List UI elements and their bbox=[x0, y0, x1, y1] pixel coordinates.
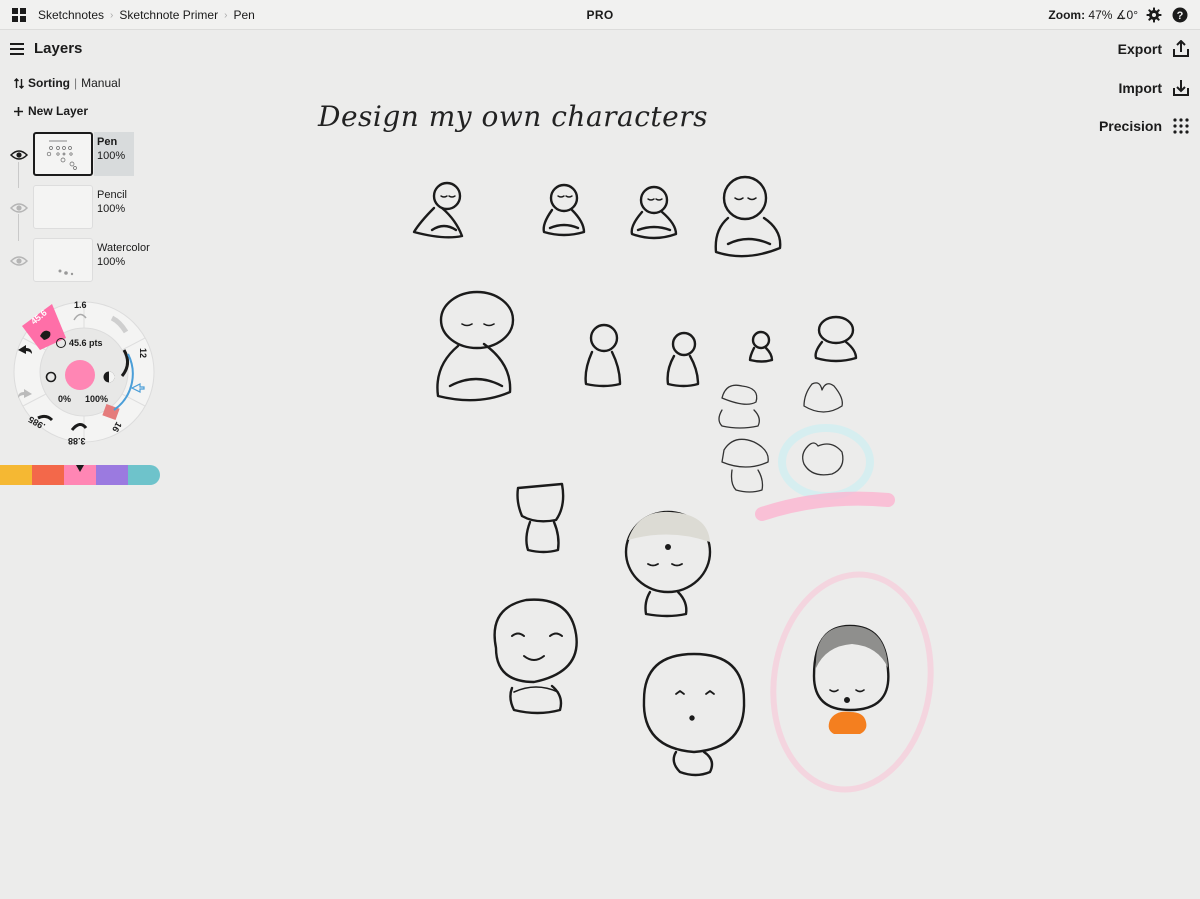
layer-opacity: 100% bbox=[97, 203, 126, 215]
current-color bbox=[65, 360, 95, 390]
character-sketch-2 bbox=[542, 183, 586, 237]
layer-name: Pencil bbox=[97, 189, 127, 201]
import-button[interactable]: Import bbox=[1118, 79, 1190, 97]
sorting-control[interactable]: Sorting | Manual bbox=[14, 76, 120, 90]
sorting-label: Sorting bbox=[28, 76, 70, 90]
drawing-canvas[interactable] bbox=[160, 31, 1090, 899]
preset-size-3[interactable]: 12 bbox=[138, 348, 148, 358]
layer-row-pen[interactable]: Pen 100% bbox=[10, 132, 160, 180]
character-sketch-7 bbox=[666, 331, 700, 388]
character-sketch-5 bbox=[436, 290, 515, 402]
layer-name: Watercolor bbox=[97, 242, 150, 254]
character-sketch-13 bbox=[802, 442, 844, 476]
character-sketch-16 bbox=[493, 598, 578, 715]
breadcrumb-separator-icon: › bbox=[224, 9, 228, 21]
character-sketch-3 bbox=[630, 185, 678, 240]
precision-grid-icon bbox=[1173, 118, 1189, 134]
new-layer-label: New Layer bbox=[28, 104, 89, 118]
palette-swatch-yellow[interactable] bbox=[0, 465, 32, 485]
character-sketch-4 bbox=[714, 175, 782, 258]
layer-info-pen: Pen 100% bbox=[94, 132, 134, 176]
precision-label: Precision bbox=[1098, 118, 1162, 134]
character-sketch-9 bbox=[814, 315, 858, 363]
character-sketch-12 bbox=[721, 438, 769, 493]
zoom-indicator[interactable]: Zoom: 47% ∡0° bbox=[1038, 8, 1138, 22]
pink-circle-highlight bbox=[770, 571, 934, 793]
teal-highlight bbox=[778, 424, 874, 500]
gallery-grid-icon[interactable] bbox=[12, 8, 26, 22]
brush-size-ring-icon bbox=[56, 338, 66, 348]
layers-menu-icon bbox=[10, 42, 24, 55]
hair-shading-grey bbox=[815, 626, 888, 668]
preset-size-1[interactable]: 1.6 bbox=[74, 300, 87, 310]
layer-thumbnail-pencil bbox=[33, 185, 93, 229]
export-label: Export bbox=[1117, 41, 1162, 57]
tool-wheel[interactable]: 45.6 pts 0% 100% 1.6 45.6 12 16 3.88 .98… bbox=[12, 298, 156, 446]
eye-hidden-icon[interactable] bbox=[10, 254, 28, 268]
opacity-min-label: 0% bbox=[58, 394, 72, 404]
breadcrumb-item-pen[interactable]: Pen bbox=[233, 8, 254, 22]
palette-swatch-orange[interactable] bbox=[32, 465, 64, 485]
export-icon bbox=[1173, 40, 1189, 57]
breadcrumb-separator-icon: › bbox=[110, 9, 114, 21]
character-sketch-6 bbox=[584, 323, 622, 388]
palette-swatch-pink[interactable] bbox=[64, 465, 96, 485]
character-sketch-14 bbox=[516, 482, 565, 554]
character-sketch-11 bbox=[803, 382, 843, 413]
breadcrumb-item-primer[interactable]: Sketchnote Primer bbox=[119, 8, 218, 22]
opacity-max-label: 100% bbox=[85, 394, 109, 404]
color-palette bbox=[0, 465, 160, 485]
zoom-value: 47% ∡0° bbox=[1088, 8, 1138, 22]
layer-thumbnail-pen bbox=[33, 132, 93, 176]
layer-name: Pen bbox=[97, 136, 118, 148]
export-button[interactable]: Export bbox=[1118, 40, 1190, 58]
hair-shading bbox=[628, 511, 710, 542]
character-sketch-10 bbox=[718, 384, 760, 429]
character-sketch-8 bbox=[748, 330, 774, 363]
precision-button[interactable]: Precision bbox=[1099, 117, 1190, 135]
plus-icon bbox=[14, 106, 23, 116]
layer-info-watercolor: Watercolor 100% bbox=[94, 238, 150, 282]
import-label: Import bbox=[1118, 80, 1162, 96]
breadcrumb-item-sketchnotes[interactable]: Sketchnotes bbox=[38, 8, 104, 22]
layer-row-watercolor[interactable]: Watercolor 100% bbox=[10, 238, 160, 286]
import-icon bbox=[1173, 80, 1189, 96]
eye-visible-icon[interactable] bbox=[10, 148, 28, 162]
brush-size-text: 45.6 pts bbox=[69, 338, 103, 348]
help-icon[interactable]: ? bbox=[1172, 7, 1188, 23]
pink-highlight bbox=[755, 491, 895, 521]
pro-badge[interactable]: PRO bbox=[575, 8, 625, 22]
character-sketch-17 bbox=[642, 652, 746, 777]
palette-swatch-purple[interactable] bbox=[96, 465, 128, 485]
layer-opacity: 100% bbox=[97, 256, 126, 268]
top-bar: Sketchnotes › Sketchnote Primer › Pen PR… bbox=[0, 0, 1200, 30]
sorting-value: Manual bbox=[81, 76, 121, 90]
brush-size-readout: 45.6 pts bbox=[56, 338, 103, 348]
svg-text:?: ? bbox=[1177, 10, 1184, 22]
layers-header[interactable]: Layers bbox=[10, 40, 82, 57]
gear-icon[interactable] bbox=[1146, 7, 1162, 23]
sort-arrows-icon bbox=[14, 77, 24, 89]
character-sketch-1 bbox=[412, 181, 464, 239]
layers-title: Layers bbox=[34, 40, 83, 57]
new-layer-button[interactable]: New Layer bbox=[14, 104, 88, 118]
eye-hidden-icon[interactable] bbox=[10, 201, 28, 215]
robe-orange bbox=[828, 711, 867, 734]
preset-size-5[interactable]: 3.88 bbox=[68, 436, 86, 446]
breadcrumb: Sketchnotes › Sketchnote Primer › Pen bbox=[38, 8, 255, 22]
layer-info-pencil: Pencil 100% bbox=[94, 185, 132, 229]
layer-row-pencil[interactable]: Pencil 100% bbox=[10, 185, 160, 233]
zoom-label: Zoom: bbox=[1048, 8, 1086, 22]
sketch-drawing bbox=[412, 175, 934, 793]
sorting-divider: | bbox=[74, 76, 78, 90]
layer-thumbnail-watercolor bbox=[33, 238, 93, 282]
layer-opacity: 100% bbox=[97, 150, 126, 162]
palette-swatch-teal[interactable] bbox=[128, 465, 160, 485]
